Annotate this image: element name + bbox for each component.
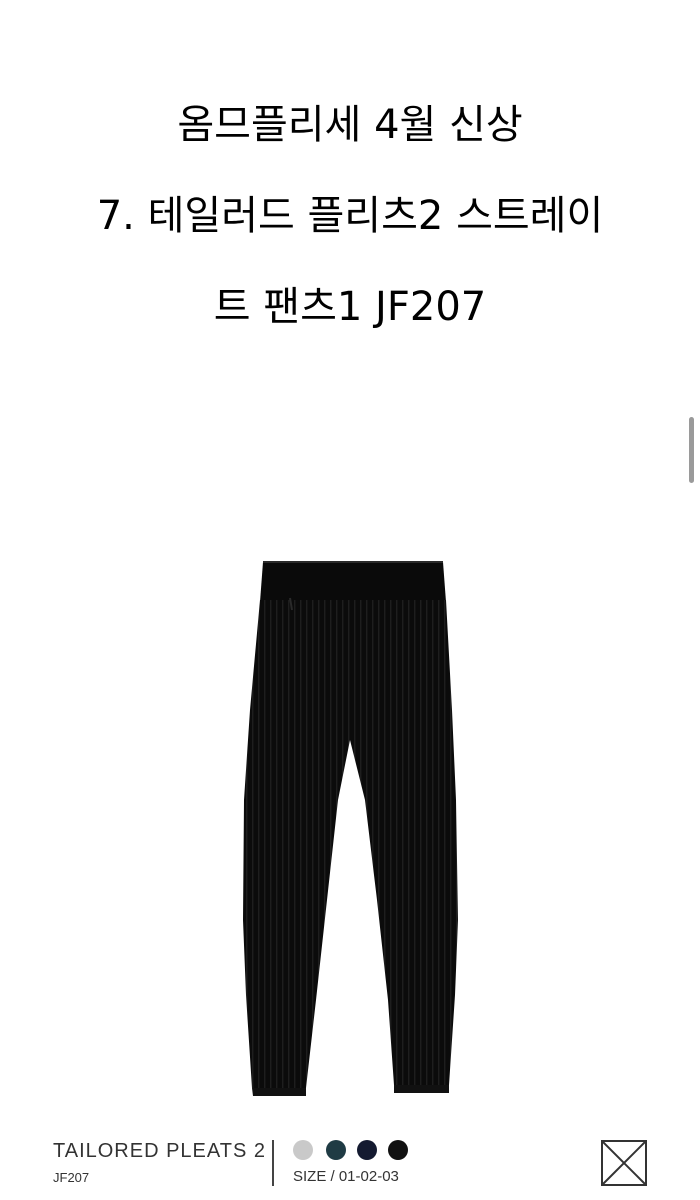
- swatch-black[interactable]: [388, 1140, 408, 1160]
- crossed-box-icon: [601, 1140, 647, 1186]
- scrollbar[interactable]: [689, 417, 694, 483]
- swatch-light-gray[interactable]: [293, 1140, 313, 1160]
- swatch-navy[interactable]: [357, 1140, 377, 1160]
- product-image: [0, 540, 700, 1120]
- pleated-pants-image: [243, 561, 458, 1096]
- product-caption: TAILORED PLEATS 2 JF207 SIZE / 01-02-03: [0, 1128, 700, 1200]
- title-line-2: 7. 테일러드 플리츠2 스트레이: [96, 193, 604, 239]
- page: 옴므플리세 4월 신상 7. 테일러드 플리츠2 스트레이 트 팬츠1 JF20…: [0, 0, 700, 1200]
- caption-divider: [272, 1140, 274, 1186]
- page-title: 옴므플리세 4월 신상 7. 테일러드 플리츠2 스트레이 트 팬츠1 JF20…: [0, 80, 700, 353]
- title-line-1: 옴므플리세 4월 신상: [177, 102, 523, 148]
- title-line-3: 트 팬츠1 JF207: [213, 284, 487, 330]
- swatch-dark-teal[interactable]: [326, 1140, 346, 1160]
- size-label: SIZE / 01-02-03: [293, 1168, 399, 1185]
- product-code: JF207: [53, 1170, 90, 1185]
- product-name: TAILORED PLEATS 2: [53, 1140, 266, 1162]
